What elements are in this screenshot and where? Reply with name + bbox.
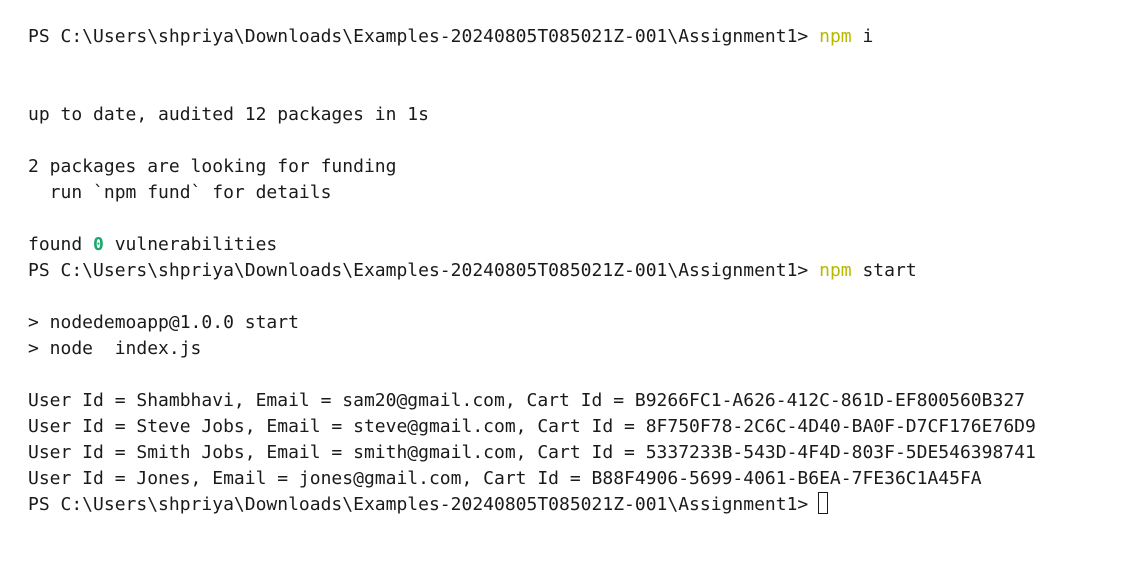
user-output-line: User Id = Steve Jobs, Email = steve@gmai… bbox=[28, 416, 1036, 437]
command-arg: i bbox=[862, 26, 874, 47]
terminal-cursor[interactable] bbox=[818, 492, 829, 514]
prompt-path: PS C:\Users\shpriya\Downloads\Examples-2… bbox=[28, 494, 809, 515]
vulnerability-count: 0 bbox=[93, 234, 104, 255]
output-funding: 2 packages are looking for funding bbox=[28, 156, 397, 177]
command-npm: npm bbox=[819, 260, 852, 281]
output-vulnerabilities: found 0 vulnerabilities bbox=[28, 232, 1141, 258]
prompt-path: PS C:\Users\shpriya\Downloads\Examples-2… bbox=[28, 260, 809, 281]
prompt-line-start: PS C:\Users\shpriya\Downloads\Examples-2… bbox=[28, 258, 1141, 284]
found-suffix: vulnerabilities bbox=[103, 234, 278, 255]
output-script-name: > nodedemoapp@1.0.0 start bbox=[28, 312, 299, 333]
user-output-line: User Id = Smith Jobs, Email = smith@gmai… bbox=[28, 442, 1036, 463]
output-script-command: > node index.js bbox=[28, 338, 202, 359]
prompt-line-current: PS C:\Users\shpriya\Downloads\Examples-2… bbox=[28, 492, 1141, 518]
output-funding-details: run `npm fund` for details bbox=[28, 182, 332, 203]
user-output-line: User Id = Jones, Email = jones@gmail.com… bbox=[28, 468, 982, 489]
command-arg: start bbox=[862, 260, 917, 281]
user-output-line: User Id = Shambhavi, Email = sam20@gmail… bbox=[28, 390, 1025, 411]
command-npm: npm bbox=[819, 26, 852, 47]
found-prefix: found bbox=[28, 234, 94, 255]
output-up-to-date: up to date, audited 12 packages in 1s bbox=[28, 104, 429, 125]
prompt-line-install: PS C:\Users\shpriya\Downloads\Examples-2… bbox=[28, 24, 1141, 50]
terminal-window[interactable]: PS C:\Users\shpriya\Downloads\Examples-2… bbox=[0, 0, 1141, 573]
prompt-path: PS C:\Users\shpriya\Downloads\Examples-2… bbox=[28, 26, 809, 47]
